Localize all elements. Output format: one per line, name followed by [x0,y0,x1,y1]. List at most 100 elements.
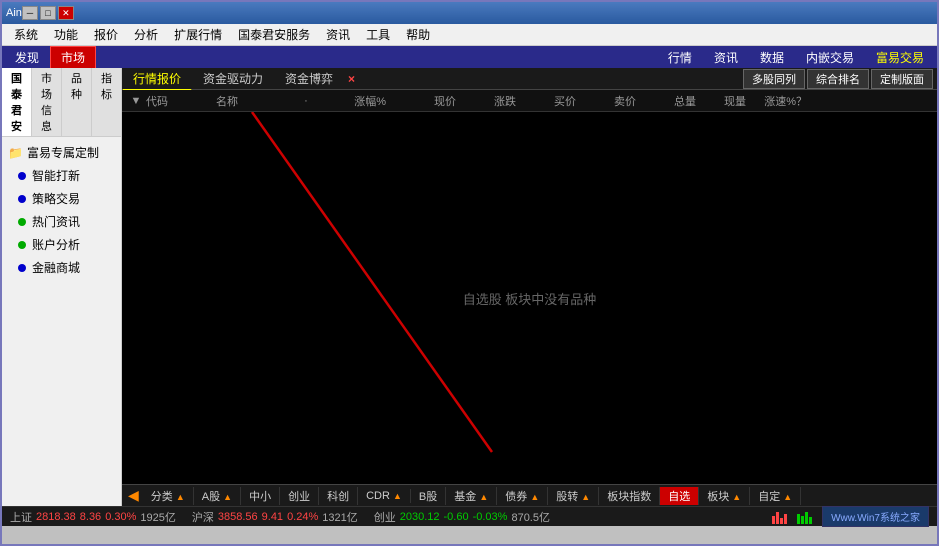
sidebar-tabs: 国泰君安 市场信息 品种 指标 [2,68,121,137]
status-label-shanghai: 上证 [10,509,32,525]
sidebar-item-smart[interactable]: 智能打新 [2,164,121,187]
col-header-dot: · [296,95,316,107]
menu-help[interactable]: 帮助 [398,24,438,45]
bottom-tab-cdr-arrow: ▲ [393,491,402,501]
top-tab-bar: 发现 市场 行情 资讯 数据 内嵌交易 富易交易 [2,46,937,68]
menu-system[interactable]: 系统 [6,24,46,45]
bottom-tab-kechuang[interactable]: 科创 [319,487,358,505]
secondary-tab-capital-drive[interactable]: 资金驱动力 [192,67,274,90]
multi-row-button[interactable]: 多股同列 [743,69,805,89]
sidebar-item-finance[interactable]: 金融商城 [2,256,121,279]
bottom-tab-midsmall-label: 中小 [249,491,271,503]
bottom-tab-mid-small[interactable]: 中小 [241,487,280,505]
dot-icon-account [18,241,26,249]
status-item-chuangye: 创业 2030.12 -0.60 -0.03% 870.5亿 [374,509,550,525]
sidebar-item-hotinfo-label: 热门资讯 [32,213,80,230]
col-header-sell: 卖价 [576,93,636,109]
status-change-chuangye: -0.60 [444,511,469,523]
bottom-tab-sector-index[interactable]: 板块指数 [599,487,660,505]
secondary-tab-quote-price[interactable]: 行情报价 [122,67,192,91]
menu-tools[interactable]: 工具 [358,24,398,45]
bottom-tab-bond[interactable]: 债券 ▲ [497,487,548,505]
status-label-huhu: 沪深 [192,509,214,525]
empty-message: 自选股 板块中没有品种 [463,289,597,308]
dot-icon-smart [18,172,26,180]
custom-button[interactable]: 定制版面 [871,69,933,89]
bottom-tab-fund-arrow: ▲ [479,492,488,502]
menu-extended[interactable]: 扩展行情 [166,24,230,45]
bottom-tab-kechuang-label: 科创 [327,491,349,503]
bottom-tab-stocktransfer-arrow: ▲ [581,492,590,502]
minimize-button[interactable]: ─ [22,6,38,20]
folder-icon: 📁 [8,146,23,160]
status-label-chuangye: 创业 [374,509,396,525]
bottom-tab-fund-label: 基金 [454,491,476,503]
bottom-tab-stock-transfer[interactable]: 股转 ▲ [548,487,599,505]
tab-market[interactable]: 市场 [50,46,96,69]
bottom-tab-fund[interactable]: 基金 ▲ [446,487,497,505]
bottom-nav-arrow-left[interactable]: ◀ [124,487,143,504]
sidebar-item-account-label: 账户分析 [32,236,80,253]
bottom-tab-sector[interactable]: 板块 ▲ [699,487,750,505]
col-header-question: ？ [796,93,807,109]
bottom-tab-classify[interactable]: 分类 ▲ [143,487,194,505]
bottom-tab-astock-arrow: ▲ [223,492,232,502]
sidebar-tab-guotai[interactable]: 国泰君安 [2,68,32,136]
bottom-tab-chuangye[interactable]: 创业 [280,487,319,505]
right-action-bar: 多股同列 综合排名 定制版面 [743,69,937,89]
status-item-huhu: 沪深 3858.56 9.41 0.24% 1321亿 [192,509,358,525]
sidebar-tab-market[interactable]: 市场信息 [32,68,62,136]
status-change-huhu: 9.41 [262,511,283,523]
sidebar-item-hotinfo[interactable]: 热门资讯 [2,210,121,233]
bottom-tab-bond-label: 债券 [505,491,527,503]
bottom-tab-a-stock[interactable]: A股 ▲ [194,487,241,505]
status-vol-chuangye: 870.5亿 [511,509,550,525]
mini-chart-up [772,510,787,524]
status-bar: 上证 2818.38 8.36 0.30% 1925亿 沪深 3858.56 9… [2,506,937,526]
status-index-shanghai: 2818.38 [36,511,76,523]
bottom-tab-custom-select[interactable]: 自选 [660,487,699,505]
status-pct-chuangye: -0.03% [473,511,508,523]
sidebar-tab-indicator[interactable]: 指标 [92,68,121,136]
tab-neicang[interactable]: 内嵌交易 [795,46,865,69]
bottom-tab-customselect-label: 自选 [668,491,690,503]
tab-shuju[interactable]: 数据 [749,46,795,69]
secondary-tab-capital-game[interactable]: 资金博弈 [274,67,344,90]
status-item-shanghai: 上证 2818.38 8.36 0.30% 1925亿 [10,509,176,525]
col-header-total: 总量 [636,93,696,109]
table-header: ▼ 代码 名称 · 涨幅% 现价 涨跌 买价 卖价 总量 现量 涨速% ？ [122,90,937,112]
tab-discover[interactable]: 发现 [4,46,50,69]
bottom-tab-cdr-label: CDR [366,490,390,502]
menu-function[interactable]: 功能 [46,24,86,45]
tab-zixun[interactable]: 资讯 [703,46,749,69]
bottom-tab-custom-define[interactable]: 自定 ▲ [750,487,801,505]
bottom-tab-astock-label: A股 [202,491,220,503]
comprehensive-button[interactable]: 综合排名 [807,69,869,89]
sidebar-tab-variety[interactable]: 品种 [62,68,92,136]
menu-guotai[interactable]: 国泰君安服务 [230,24,318,45]
sidebar-group-fueasy[interactable]: 📁 富易专属定制 [2,141,121,164]
sidebar-item-account[interactable]: 账户分析 [2,233,121,256]
col-header-speed: 涨速% [746,93,796,109]
sidebar-group-title-text: 富易专属定制 [27,144,99,161]
status-index-huhu: 3858.56 [218,511,258,523]
bottom-tab-sector-label: 板块 [707,491,729,503]
bottom-tab-cdr[interactable]: CDR ▲ [358,489,411,503]
bottom-tab-customdefine-arrow: ▲ [783,492,792,502]
col-header-current: 现量 [696,93,746,109]
status-pct-shanghai: 0.30% [105,511,136,523]
menu-quote[interactable]: 报价 [86,24,126,45]
tab-fueasy[interactable]: 富易交易 [865,46,935,69]
maximize-button[interactable]: □ [40,6,56,20]
sidebar-item-strategy[interactable]: 策略交易 [2,187,121,210]
menu-analysis[interactable]: 分析 [126,24,166,45]
bottom-tab-sectorindex-label: 板块指数 [607,491,651,503]
status-change-shanghai: 8.36 [80,511,101,523]
bottom-tab-b-stock[interactable]: B股 [411,487,446,505]
menu-info[interactable]: 资讯 [318,24,358,45]
tab-xingqing[interactable]: 行情 [657,46,703,69]
bottom-tab-chuangye-label: 创业 [288,491,310,503]
close-button[interactable]: ✕ [58,6,74,20]
secondary-tab-close[interactable]: × [348,72,355,86]
col-header-change: 涨跌 [456,93,516,109]
